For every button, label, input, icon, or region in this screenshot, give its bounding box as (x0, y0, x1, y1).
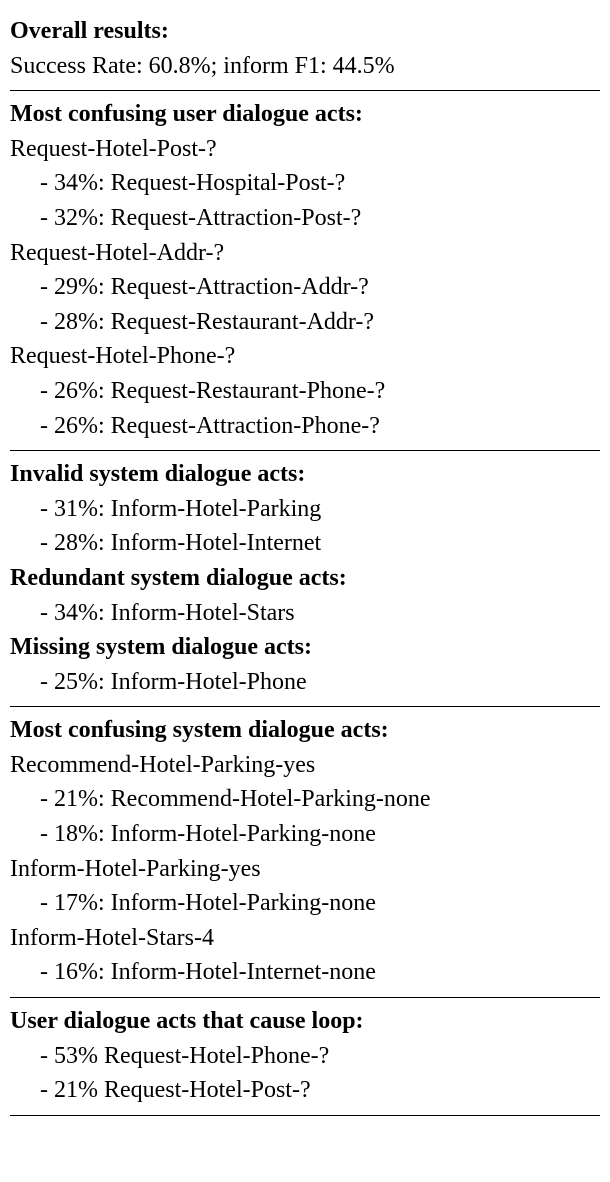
confusing-user-item: Request-Hotel-Phone-? (10, 340, 600, 374)
confusing-user-sub: - 26%: Request-Restaurant-Phone-? (10, 375, 600, 409)
confusing-user-item: Request-Hotel-Post-? (10, 133, 600, 167)
loop-sub: - 53% Request-Hotel-Phone-? (10, 1040, 600, 1074)
bottom-rule (10, 1115, 600, 1116)
loop-heading: User dialogue acts that cause loop: (10, 1005, 600, 1039)
loop-section: User dialogue acts that cause loop: - 53… (10, 997, 600, 1115)
confusing-sys-sub: - 21%: Recommend-Hotel-Parking-none (10, 783, 600, 817)
loop-sub: - 21% Request-Hotel-Post-? (10, 1074, 600, 1108)
system-acts-section: Invalid system dialogue acts: - 31%: Inf… (10, 450, 600, 706)
confusing-user-item: Request-Hotel-Addr-? (10, 237, 600, 271)
invalid-sys-heading: Invalid system dialogue acts: (10, 458, 600, 492)
confusing-user-heading: Most confusing user dialogue acts: (10, 98, 600, 132)
redundant-sys-sub: - 34%: Inform-Hotel-Stars (10, 597, 600, 631)
confusing-sys-sub: - 18%: Inform-Hotel-Parking-none (10, 818, 600, 852)
confusing-sys-sub: - 16%: Inform-Hotel-Internet-none (10, 956, 600, 990)
confusing-sys-section: Most confusing system dialogue acts: Rec… (10, 706, 600, 997)
confusing-user-sub: - 32%: Request-Attraction-Post-? (10, 202, 600, 236)
confusing-user-sub: - 34%: Request-Hospital-Post-? (10, 167, 600, 201)
invalid-sys-sub: - 31%: Inform-Hotel-Parking (10, 493, 600, 527)
confusing-sys-item: Inform-Hotel-Stars-4 (10, 922, 600, 956)
confusing-sys-heading: Most confusing system dialogue acts: (10, 714, 600, 748)
overall-section: Overall results: Success Rate: 60.8%; in… (10, 8, 600, 90)
confusing-user-sub: - 28%: Request-Restaurant-Addr-? (10, 306, 600, 340)
overall-heading: Overall results: (10, 15, 600, 49)
missing-sys-heading: Missing system dialogue acts: (10, 631, 600, 665)
redundant-sys-heading: Redundant system dialogue acts: (10, 562, 600, 596)
confusing-user-sub: - 29%: Request-Attraction-Addr-? (10, 271, 600, 305)
invalid-sys-sub: - 28%: Inform-Hotel-Internet (10, 527, 600, 561)
confusing-sys-sub: - 17%: Inform-Hotel-Parking-none (10, 887, 600, 921)
confusing-user-sub: - 26%: Request-Attraction-Phone-? (10, 410, 600, 444)
confusing-sys-item: Recommend-Hotel-Parking-yes (10, 749, 600, 783)
confusing-sys-item: Inform-Hotel-Parking-yes (10, 853, 600, 887)
overall-line: Success Rate: 60.8%; inform F1: 44.5% (10, 50, 600, 84)
missing-sys-sub: - 25%: Inform-Hotel-Phone (10, 666, 600, 700)
confusing-user-section: Most confusing user dialogue acts: Reque… (10, 90, 600, 450)
